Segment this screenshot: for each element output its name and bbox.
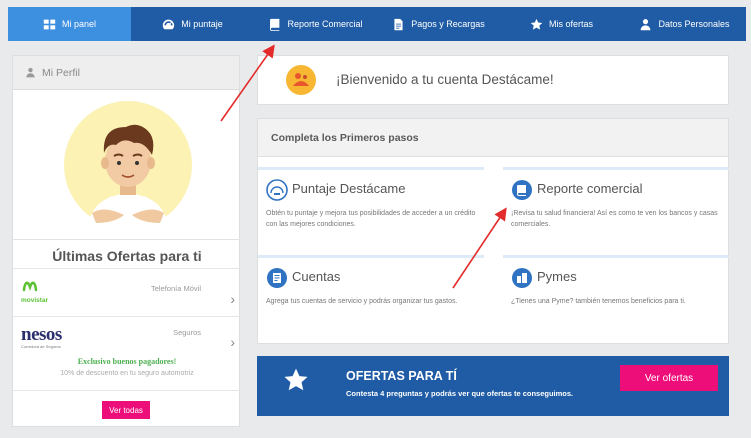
profile-header: Mi Perfil <box>13 56 239 90</box>
offers-banner: OFERTAS PARA TÍ Contesta 4 preguntas y p… <box>257 356 729 416</box>
book-icon <box>270 18 280 31</box>
step-pymes[interactable]: Pymes ¿Tienes una Pyme? también tenemos … <box>503 255 729 340</box>
top-navigation: Mi panel Mi puntaje Reporte Comercial Pa… <box>8 7 746 41</box>
promo-text: 10% de descuento en tu seguro automotriz <box>60 370 194 377</box>
banner-title: OFERTAS PARA TÍ <box>346 369 457 383</box>
step-desc: Agrega tus cuentas de servicio y podrás … <box>266 298 458 305</box>
chevron-right-icon[interactable]: › <box>230 291 235 307</box>
nav-label: Mi panel <box>61 19 97 29</box>
bills-icon <box>267 268 287 288</box>
dashboard-icon <box>43 19 56 29</box>
step-divider <box>503 167 729 170</box>
step-desc: ¿Tienes una Pyme? también tenemos benefi… <box>511 298 686 305</box>
avatar <box>64 101 192 229</box>
nav-item-mi-puntaje[interactable]: Mi puntaje <box>131 7 254 41</box>
nesos-wordmark: nesos <box>21 324 62 345</box>
user-icon <box>26 67 35 78</box>
step-title: Cuentas <box>292 269 341 284</box>
ver-todas-button[interactable]: Ver todas <box>102 401 150 419</box>
offers-title: Últimas Ofertas para ti <box>13 239 241 264</box>
step-title: Pymes <box>537 269 577 284</box>
user-icon <box>641 18 651 30</box>
nav-label: Reporte Comercial <box>287 19 363 29</box>
chevron-right-icon[interactable]: › <box>230 334 235 350</box>
divider <box>13 390 241 391</box>
step-divider <box>258 255 484 258</box>
profile-header-label: Mi Perfil <box>42 66 80 79</box>
nav-label: Mi puntaje <box>181 19 223 29</box>
nav-item-reporte-comercial[interactable]: Reporte Comercial <box>254 7 377 41</box>
nav-item-mis-ofertas[interactable]: Mis ofertas <box>500 7 623 41</box>
nesos-logo: nesos Corredora de Seguros <box>21 324 62 349</box>
ver-ofertas-button[interactable]: Ver ofertas <box>620 365 718 391</box>
offer-movistar[interactable]: movistar Telefonía Móvil › <box>13 268 241 316</box>
welcome-text: ¡Bienvenido a tu cuenta Destácame! <box>336 72 554 87</box>
nesos-tagline: Corredora de Seguros <box>21 344 61 349</box>
welcome-icon <box>286 65 316 95</box>
offer-type: Seguros <box>173 328 201 337</box>
banner-subtitle: Contesta 4 preguntas y podrás ver que of… <box>346 389 574 398</box>
step-title: Reporte comercial <box>537 181 643 196</box>
nav-label: Pagos y Recargas <box>411 19 485 29</box>
step-desc: Obtén tu puntaje y mejora tus posibilida… <box>266 210 476 228</box>
offer-nesos[interactable]: nesos Corredora de Seguros Seguros › Exc… <box>13 316 241 390</box>
nav-item-datos-personales[interactable]: Datos Personales <box>623 7 746 41</box>
step-puntaje[interactable]: Puntaje Destácame Obtén tu puntaje y mej… <box>258 167 484 252</box>
step-reporte[interactable]: Reporte comercial ¡Revisa tu salud finan… <box>503 167 729 252</box>
document-icon <box>394 18 403 30</box>
business-icon <box>512 268 532 288</box>
step-divider <box>503 255 729 258</box>
book-icon <box>512 180 532 200</box>
nav-item-mi-panel[interactable]: Mi panel <box>8 7 131 41</box>
movistar-logo: movistar <box>21 279 51 304</box>
star-icon <box>284 368 308 391</box>
score-icon <box>266 179 288 201</box>
star-icon <box>530 18 543 30</box>
first-steps-card: Completa los Primeros pasos Puntaje Dest… <box>257 118 729 344</box>
step-desc: ¡Revisa tu salud financiera! Así es como… <box>511 210 718 228</box>
nav-label: Datos Personales <box>658 19 730 29</box>
speedometer-icon <box>163 19 175 29</box>
nav-label: Mis ofertas <box>548 19 593 29</box>
movistar-wordmark: movistar <box>21 297 49 304</box>
welcome-card: ¡Bienvenido a tu cuenta Destácame! <box>257 55 729 105</box>
step-title: Puntaje Destácame <box>292 181 406 196</box>
promo-title: Exclusivo buenos pagadores! <box>77 357 177 366</box>
profile-sidebar: Mi Perfil Últimas Ofertas para ti movist… <box>12 55 241 427</box>
avatar-illustration <box>64 101 192 229</box>
step-cuentas[interactable]: Cuentas Agrega tus cuentas de servicio y… <box>258 255 484 340</box>
offer-type: Telefonía Móvil <box>150 284 201 293</box>
nav-item-pagos-recargas[interactable]: Pagos y Recargas <box>377 7 500 41</box>
first-steps-title: Completa los Primeros pasos <box>258 119 728 157</box>
step-divider <box>258 167 484 170</box>
